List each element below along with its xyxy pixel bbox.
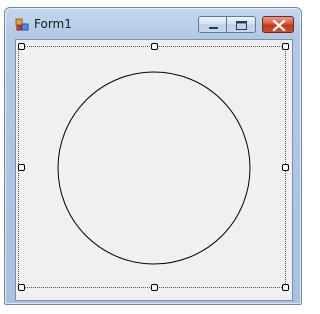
resize-handle-top-right[interactable] — [282, 43, 289, 50]
resize-handle-bottom[interactable] — [151, 284, 158, 291]
resize-handle-bottom-right[interactable] — [282, 284, 289, 291]
selection-box[interactable] — [18, 46, 286, 288]
resize-handle-top-left[interactable] — [18, 43, 25, 50]
resize-handle-left[interactable] — [18, 164, 25, 171]
resize-handle-top[interactable] — [151, 43, 158, 50]
resize-handle-right[interactable] — [282, 164, 289, 171]
resize-handle-bottom-left[interactable] — [18, 284, 25, 291]
